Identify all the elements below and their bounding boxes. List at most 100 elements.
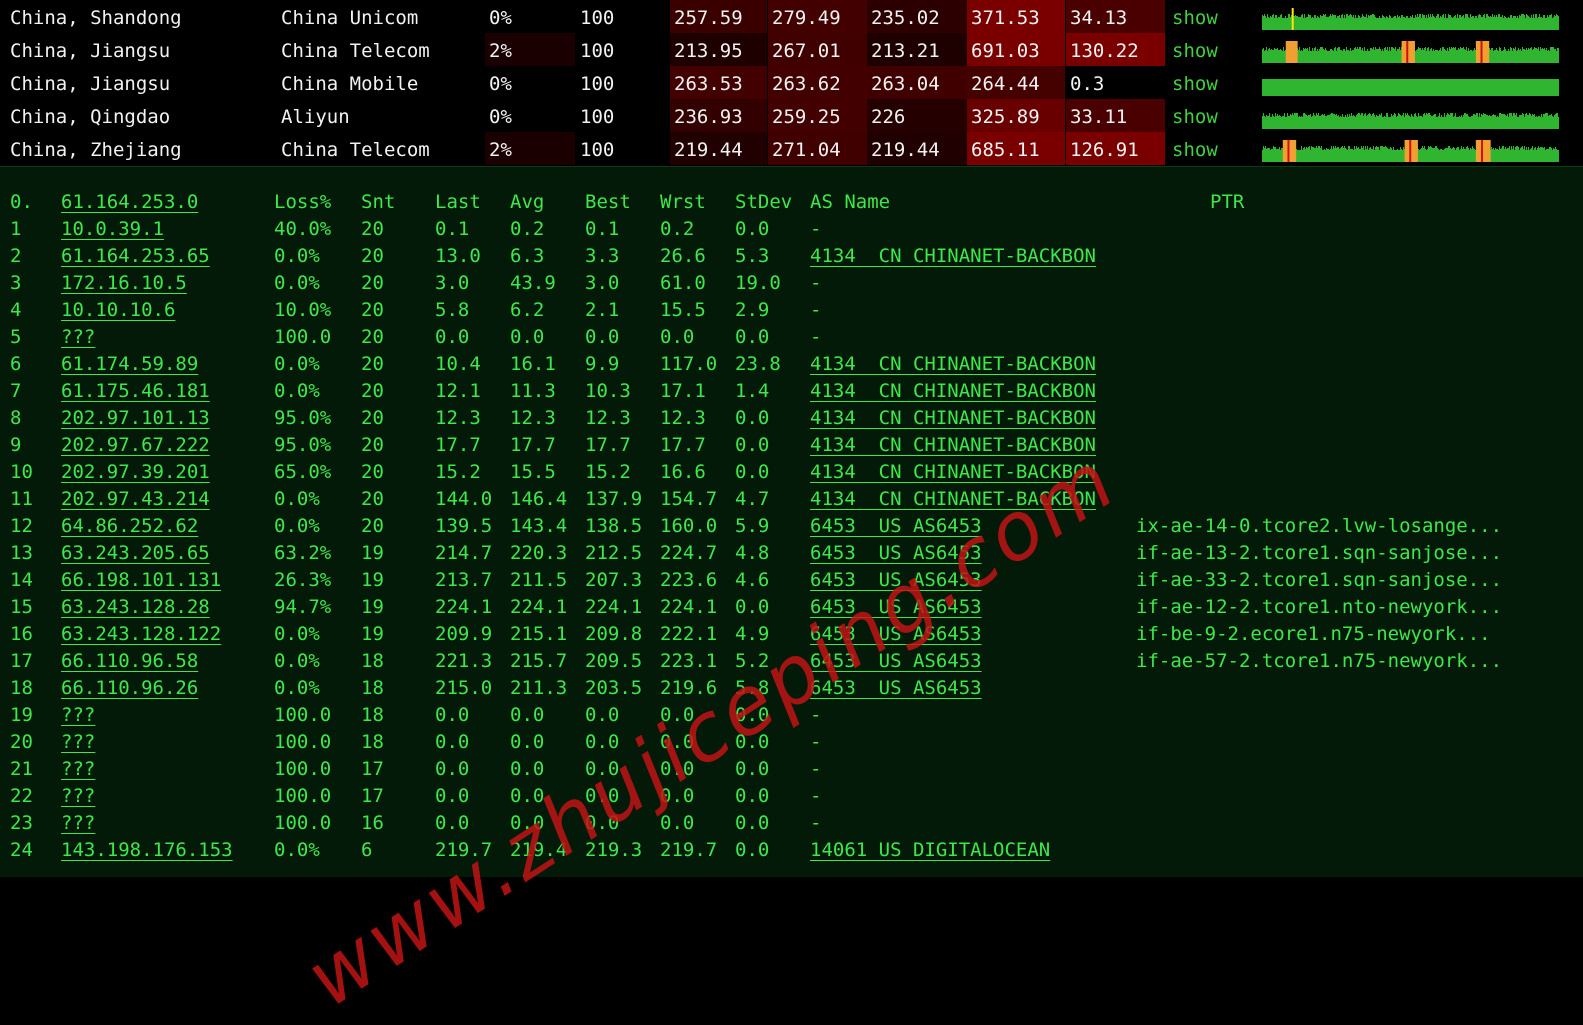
hop-stdev: 0.0 — [735, 704, 770, 726]
hop-host[interactable]: 66.110.96.58 — [61, 648, 198, 675]
sparkline-bar — [1279, 50, 1280, 63]
sparkline-bar — [1361, 50, 1362, 63]
hop-as-name[interactable]: 6453 US AS6453 — [810, 567, 982, 594]
hop-host[interactable]: 143.198.176.153 — [61, 837, 233, 864]
sparkline-bar — [1514, 16, 1515, 30]
hop-as-name[interactable]: 6453 US AS6453 — [810, 648, 982, 675]
hop-host[interactable]: 63.243.205.65 — [61, 540, 210, 567]
sparkline-bar — [1428, 79, 1429, 96]
sparkline-bar — [1393, 147, 1394, 162]
sparkline-bar — [1347, 79, 1348, 96]
mtr-header-host[interactable]: 61.164.253.0 — [61, 189, 198, 216]
hop-as-name[interactable]: 6453 US AS6453 — [810, 594, 982, 621]
hop-host[interactable]: 202.97.39.201 — [61, 459, 210, 486]
sparkline-bar — [1360, 79, 1361, 96]
sparkline-bar — [1453, 47, 1454, 63]
sparkline-bar — [1382, 15, 1383, 30]
hop-as-name[interactable]: 6453 US AS6453 — [810, 540, 982, 567]
hop-host[interactable]: 66.198.101.131 — [61, 567, 221, 594]
sparkline-bar — [1432, 148, 1433, 162]
sparkline-bar — [1433, 148, 1434, 162]
sparkline-bar — [1439, 50, 1440, 63]
hop-as-name[interactable]: 4134 CN CHINANET-BACKBON — [810, 405, 1096, 432]
hop-as-name[interactable]: 6453 US AS6453 — [810, 513, 982, 540]
hop-host[interactable]: 63.243.128.28 — [61, 594, 210, 621]
hop-host[interactable]: ??? — [61, 324, 95, 351]
show-details-link[interactable]: show — [1172, 66, 1218, 99]
sparkline-bar — [1340, 50, 1341, 63]
sparkline-bar — [1493, 148, 1494, 162]
hop-host[interactable]: 66.110.96.26 — [61, 675, 198, 702]
sparkline-bar — [1369, 51, 1370, 63]
hop-as-name[interactable]: 4134 CN CHINANET-BACKBON — [810, 378, 1096, 405]
hop-as-name[interactable]: 6453 US AS6453 — [810, 621, 982, 648]
sparkline-bar — [1520, 16, 1521, 30]
hop-host[interactable]: 61.175.46.181 — [61, 378, 210, 405]
sparkline-bar — [1525, 79, 1526, 96]
ping-avg-cell: 271.04 — [768, 132, 867, 165]
hop-host[interactable]: 202.97.43.214 — [61, 486, 210, 513]
hop-idx: 21 — [10, 758, 33, 780]
sparkline-bar — [1524, 146, 1525, 162]
hop-stdev: 0.0 — [735, 839, 770, 861]
sparkline-bar — [1466, 14, 1467, 30]
sparkline-bar — [1461, 115, 1462, 129]
sparkline-bar — [1442, 117, 1443, 129]
sparkline-bar — [1393, 48, 1394, 63]
hop-host[interactable]: ??? — [61, 810, 95, 837]
hop-loss: 95.0% — [274, 407, 332, 429]
hop-as-name[interactable]: 4134 CN CHINANET-BACKBON — [810, 243, 1096, 270]
hop-host[interactable]: 64.86.252.62 — [61, 513, 198, 540]
hop-as-name[interactable]: 4134 CN CHINANET-BACKBON — [810, 351, 1096, 378]
sparkline-bar — [1459, 15, 1460, 30]
sparkline-bar — [1545, 79, 1546, 96]
sparkline-bar — [1489, 115, 1490, 129]
sparkline-bar — [1433, 115, 1434, 129]
hop-host[interactable]: 61.174.59.89 — [61, 351, 198, 378]
sparkline-bar — [1421, 79, 1422, 96]
sparkline-bar — [1544, 147, 1545, 162]
hop-as-name[interactable]: 4134 CN CHINANET-BACKBON — [810, 432, 1096, 459]
hop-as-name[interactable]: 6453 US AS6453 — [810, 675, 982, 702]
hop-host[interactable]: ??? — [61, 783, 95, 810]
sparkline-bar — [1501, 17, 1502, 30]
sparkline-bar — [1402, 79, 1403, 96]
sparkline-bar — [1465, 79, 1466, 96]
hop-host[interactable]: 202.97.67.222 — [61, 432, 210, 459]
sparkline-bar — [1459, 116, 1460, 129]
sparkline-bar — [1540, 117, 1541, 129]
show-details-link[interactable]: show — [1172, 99, 1218, 132]
hop-host[interactable]: 61.164.253.65 — [61, 243, 210, 270]
hop-as-name[interactable]: 14061 US DIGITALOCEAN — [810, 837, 1050, 864]
hop-as-name[interactable]: 4134 CN CHINANET-BACKBON — [810, 459, 1096, 486]
sparkline-bar — [1406, 16, 1407, 30]
hop-host[interactable]: 63.243.128.122 — [61, 621, 221, 648]
sparkline-bar — [1315, 79, 1316, 96]
sparkline-bar — [1312, 147, 1313, 162]
hop-last: 0.0 — [435, 731, 470, 753]
sparkline-bar — [1337, 147, 1338, 162]
hop-host[interactable]: ??? — [61, 756, 95, 783]
sparkline-bar — [1456, 18, 1457, 30]
hop-host[interactable]: 172.16.10.5 — [61, 270, 187, 297]
hop-host[interactable]: ??? — [61, 729, 95, 756]
sparkline-bar — [1366, 116, 1367, 129]
sparkline-bar — [1469, 18, 1470, 30]
sparkline-bar — [1512, 51, 1513, 63]
sparkline-bar — [1423, 79, 1424, 96]
show-details-link[interactable]: show — [1172, 33, 1218, 66]
sparkline-bar — [1446, 148, 1447, 162]
hop-host[interactable]: 202.97.101.13 — [61, 405, 210, 432]
sparkline-bar — [1493, 114, 1494, 129]
hop-host[interactable]: 10.0.39.1 — [61, 216, 164, 243]
hop-host[interactable]: ??? — [61, 702, 95, 729]
sparkline-bar — [1554, 79, 1555, 96]
sparkline-bar — [1372, 114, 1373, 129]
sparkline-bar — [1324, 149, 1325, 162]
sparkline-bar — [1303, 48, 1304, 63]
hop-as-name[interactable]: 4134 CN CHINANET-BACKBON — [810, 486, 1096, 513]
hop-host[interactable]: 10.10.10.6 — [61, 297, 175, 324]
show-details-link[interactable]: show — [1172, 132, 1218, 165]
show-details-link[interactable]: show — [1172, 0, 1218, 33]
sparkline-bar — [1294, 16, 1295, 30]
